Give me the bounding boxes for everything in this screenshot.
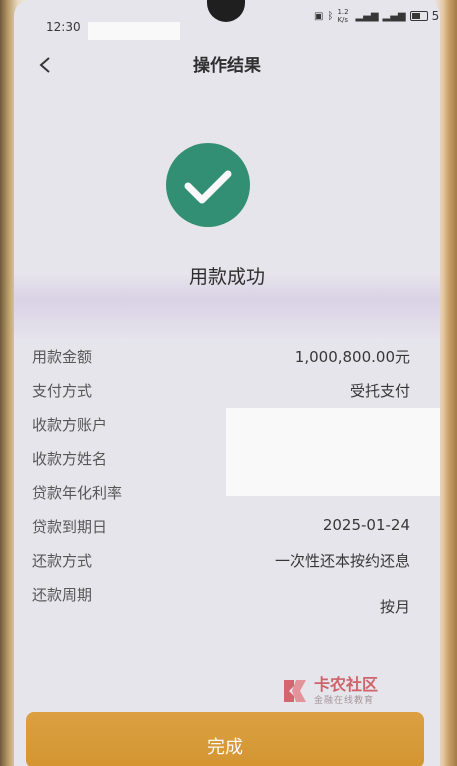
nav-bar: 操作结果 [14, 46, 440, 76]
checkmark-circle-icon [166, 143, 250, 227]
watermark: 卡农社区 金融在线教育 [280, 676, 378, 706]
network-speed-icon: 1.2 K/s [337, 8, 349, 24]
detail-label: 贷款年化利率 [32, 484, 123, 502]
detail-label: 收款方姓名 [32, 450, 108, 468]
result-text: 用款成功 [188, 266, 265, 288]
page-title: 操作结果 [193, 56, 261, 76]
signal-icon: ▂▄▆ [355, 10, 379, 22]
done-button[interactable]: 完成 [26, 712, 424, 766]
watermark-subtitle: 金融在线教育 [314, 695, 375, 706]
battery-percent: 57% [431, 9, 440, 23]
detail-value: 1,000,800.00元 [294, 348, 410, 366]
detail-value: 一次性还本按约还息 [274, 552, 410, 570]
detail-label: 用款金额 [32, 348, 93, 366]
redaction-box [226, 408, 440, 496]
detail-row-repayment-cycle: 还款周期 按月 [14, 584, 440, 616]
detail-label: 还款周期 [32, 586, 93, 604]
detail-label: 收款方账户 [32, 416, 108, 434]
detail-row-repayment-method: 还款方式 一次性还本按约还息 [14, 550, 440, 580]
detail-row-due-date: 贷款到期日 2025-01-24 [14, 516, 440, 546]
status-icons: ▣ ᛒ 1.2 K/s ▂▄▆ ▂▄▆ 57% [314, 8, 440, 24]
battery-icon [409, 11, 428, 21]
detail-value: 受托支付 [349, 382, 410, 400]
detail-label: 还款方式 [32, 552, 93, 570]
detail-value: 按月 [379, 598, 410, 616]
signal-icon: ▂▄▆ [382, 10, 406, 22]
kanong-logo-icon [284, 680, 306, 702]
nfc-icon: ▣ [314, 10, 324, 22]
phone-screen: 12:30 ▣ ᛒ 1.2 K/s ▂▄▆ ▂▄▆ 57% 操作结果 用款成功 … [14, 0, 440, 766]
detail-value: 2025-01-24 [322, 516, 410, 534]
watermark-name: 卡农社区 [314, 674, 379, 694]
detail-row-payment-method: 支付方式 受托支付 [14, 380, 440, 410]
redaction-box [88, 22, 180, 40]
camera-notch [207, 0, 245, 22]
detail-label: 支付方式 [32, 382, 93, 400]
status-bar: 12:30 ▣ ᛒ 1.2 K/s ▂▄▆ ▂▄▆ 57% [14, 0, 440, 40]
status-time: 12:30 [46, 20, 81, 34]
detail-label: 贷款到期日 [32, 518, 108, 536]
detail-row-amount: 用款金额 1,000,800.00元 [14, 346, 440, 376]
bluetooth-icon: ᛒ [327, 10, 334, 22]
